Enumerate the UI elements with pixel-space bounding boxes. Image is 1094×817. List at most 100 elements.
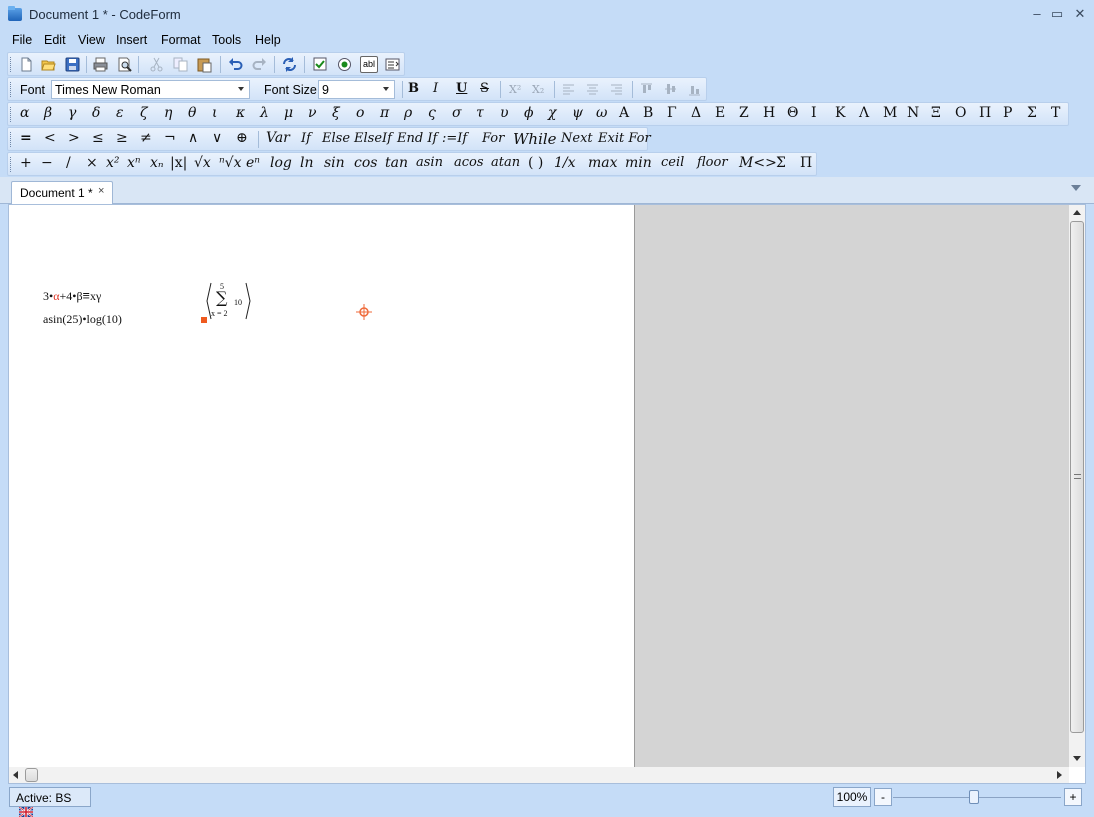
paste-icon[interactable] xyxy=(196,56,213,73)
toolbar-grip[interactable] xyxy=(10,57,13,72)
subscript-button[interactable]: X₂ xyxy=(532,83,544,96)
underline-button[interactable]: U xyxy=(456,81,467,96)
keyword-button[interactable]: End If xyxy=(397,131,437,146)
greek-upper-button[interactable]: Η xyxy=(763,105,775,121)
greek-lower-button[interactable]: α xyxy=(20,105,29,121)
keyword-button[interactable]: :=If xyxy=(442,131,467,146)
operator-button[interactable]: ≥ xyxy=(116,130,128,146)
zoom-out-button[interactable]: - xyxy=(874,788,892,806)
menu-help[interactable]: Help xyxy=(255,33,281,47)
operator-button[interactable]: ≠ xyxy=(140,130,152,146)
minimize-button[interactable]: – xyxy=(1028,6,1046,22)
menu-format[interactable]: Format xyxy=(161,33,201,47)
undo-icon[interactable] xyxy=(227,56,244,73)
menu-file[interactable]: File xyxy=(12,33,32,47)
greek-lower-button[interactable]: ν xyxy=(308,105,317,121)
textbox-icon[interactable]: abl xyxy=(360,56,378,73)
greek-upper-button[interactable]: Α xyxy=(619,105,629,121)
greek-lower-button[interactable]: ξ xyxy=(332,105,340,121)
greek-lower-button[interactable]: κ xyxy=(236,105,245,121)
vertical-scroll-thumb[interactable] xyxy=(1070,221,1084,733)
redo-icon[interactable] xyxy=(251,56,268,73)
keyword-button[interactable]: For xyxy=(482,131,504,146)
scroll-right-icon[interactable] xyxy=(1057,771,1062,779)
keyword-button[interactable]: Next xyxy=(561,131,593,146)
function-button[interactable]: floor xyxy=(697,155,728,170)
greek-lower-button[interactable]: σ xyxy=(452,105,462,121)
greek-lower-button[interactable]: ω xyxy=(596,105,607,121)
refresh-icon[interactable] xyxy=(281,56,298,73)
function-button[interactable]: ceil xyxy=(661,155,684,170)
greek-upper-button[interactable]: Ξ xyxy=(931,105,941,121)
greek-upper-button[interactable]: Γ xyxy=(667,105,677,121)
align-left-icon[interactable] xyxy=(560,81,577,98)
keyword-button[interactable]: Var xyxy=(266,130,290,146)
align-middle-icon[interactable] xyxy=(662,81,679,98)
keyword-button[interactable]: Else xyxy=(322,131,350,146)
greek-lower-button[interactable]: ψ xyxy=(572,105,583,121)
function-button[interactable]: ⁿ√x xyxy=(219,155,242,171)
print-preview-icon[interactable] xyxy=(116,56,133,73)
tab-list-dropdown-icon[interactable] xyxy=(1071,185,1081,191)
keyword-button[interactable]: While xyxy=(513,130,557,148)
open-icon[interactable] xyxy=(40,56,57,73)
horizontal-scroll-thumb[interactable] xyxy=(25,768,38,782)
toolbar-grip[interactable] xyxy=(10,82,13,97)
greek-lower-button[interactable]: π xyxy=(380,105,389,121)
keyword-button[interactable]: Exit For xyxy=(598,131,651,146)
operator-button[interactable]: ≤ xyxy=(92,130,104,146)
greek-lower-button[interactable]: ε xyxy=(116,105,124,121)
greek-lower-button[interactable]: θ xyxy=(188,105,196,121)
keyword-button[interactable]: If xyxy=(301,131,311,146)
new-icon[interactable] xyxy=(18,56,35,73)
function-button[interactable]: atan xyxy=(491,155,520,170)
greek-upper-button[interactable]: Ν xyxy=(907,105,919,121)
toolbar-grip[interactable] xyxy=(10,107,13,122)
operator-button[interactable]: > xyxy=(68,130,80,146)
scroll-up-icon[interactable] xyxy=(1073,210,1081,215)
greek-upper-button[interactable]: Β xyxy=(643,105,653,121)
function-button[interactable]: eⁿ xyxy=(246,155,260,171)
maximize-button[interactable]: ▭ xyxy=(1048,6,1066,22)
greek-upper-button[interactable]: Ζ xyxy=(739,105,749,121)
function-button[interactable]: + xyxy=(20,155,32,171)
greek-lower-button[interactable]: ς xyxy=(428,105,436,121)
cut-icon[interactable] xyxy=(148,56,165,73)
greek-lower-button[interactable]: η xyxy=(164,105,172,121)
keyword-button[interactable]: ElseIf xyxy=(354,131,392,146)
function-button[interactable]: |x| xyxy=(170,155,187,171)
zoom-slider-thumb[interactable] xyxy=(968,790,979,804)
greek-lower-button[interactable]: ϕ xyxy=(524,105,534,121)
greek-lower-button[interactable]: μ xyxy=(284,105,293,121)
function-button[interactable]: sin xyxy=(324,155,345,171)
menu-view[interactable]: View xyxy=(78,33,105,47)
align-right-icon[interactable] xyxy=(608,81,625,98)
function-button[interactable]: tan xyxy=(385,155,408,171)
greek-upper-button[interactable]: Π xyxy=(979,105,991,121)
align-bottom-icon[interactable] xyxy=(686,81,703,98)
strikethrough-button[interactable]: S xyxy=(480,81,489,96)
operator-button[interactable]: < xyxy=(44,130,56,146)
function-button[interactable]: ln xyxy=(300,155,314,171)
greek-upper-button[interactable]: Θ xyxy=(787,105,798,121)
function-button[interactable]: Σ xyxy=(776,155,786,171)
toolbar-grip[interactable] xyxy=(10,157,13,172)
font-select[interactable]: Times New Roman xyxy=(51,80,250,99)
print-icon[interactable] xyxy=(92,56,109,73)
greek-upper-button[interactable]: Μ xyxy=(883,105,897,121)
function-button[interactable]: max xyxy=(588,155,618,171)
greek-lower-button[interactable]: ο xyxy=(356,105,364,121)
function-button[interactable]: min xyxy=(625,155,652,171)
greek-lower-button[interactable]: ρ xyxy=(404,105,412,121)
close-button[interactable]: ✕ xyxy=(1071,6,1089,22)
operator-button[interactable]: ∧ xyxy=(188,130,198,146)
operator-button[interactable]: = xyxy=(20,130,32,146)
document-page[interactable]: 3•α+4•β≡xγ asin(25)•log(10) 5 ∑ x = 2 10 xyxy=(9,205,633,767)
function-button[interactable]: M<> xyxy=(739,155,777,171)
radio-icon[interactable] xyxy=(336,56,353,73)
function-button[interactable]: Π xyxy=(800,155,812,171)
function-button[interactable]: − xyxy=(41,155,53,171)
greek-lower-button[interactable]: ζ xyxy=(140,105,148,121)
greek-upper-button[interactable]: Τ xyxy=(1051,105,1060,121)
checkbox-icon[interactable] xyxy=(312,56,329,73)
